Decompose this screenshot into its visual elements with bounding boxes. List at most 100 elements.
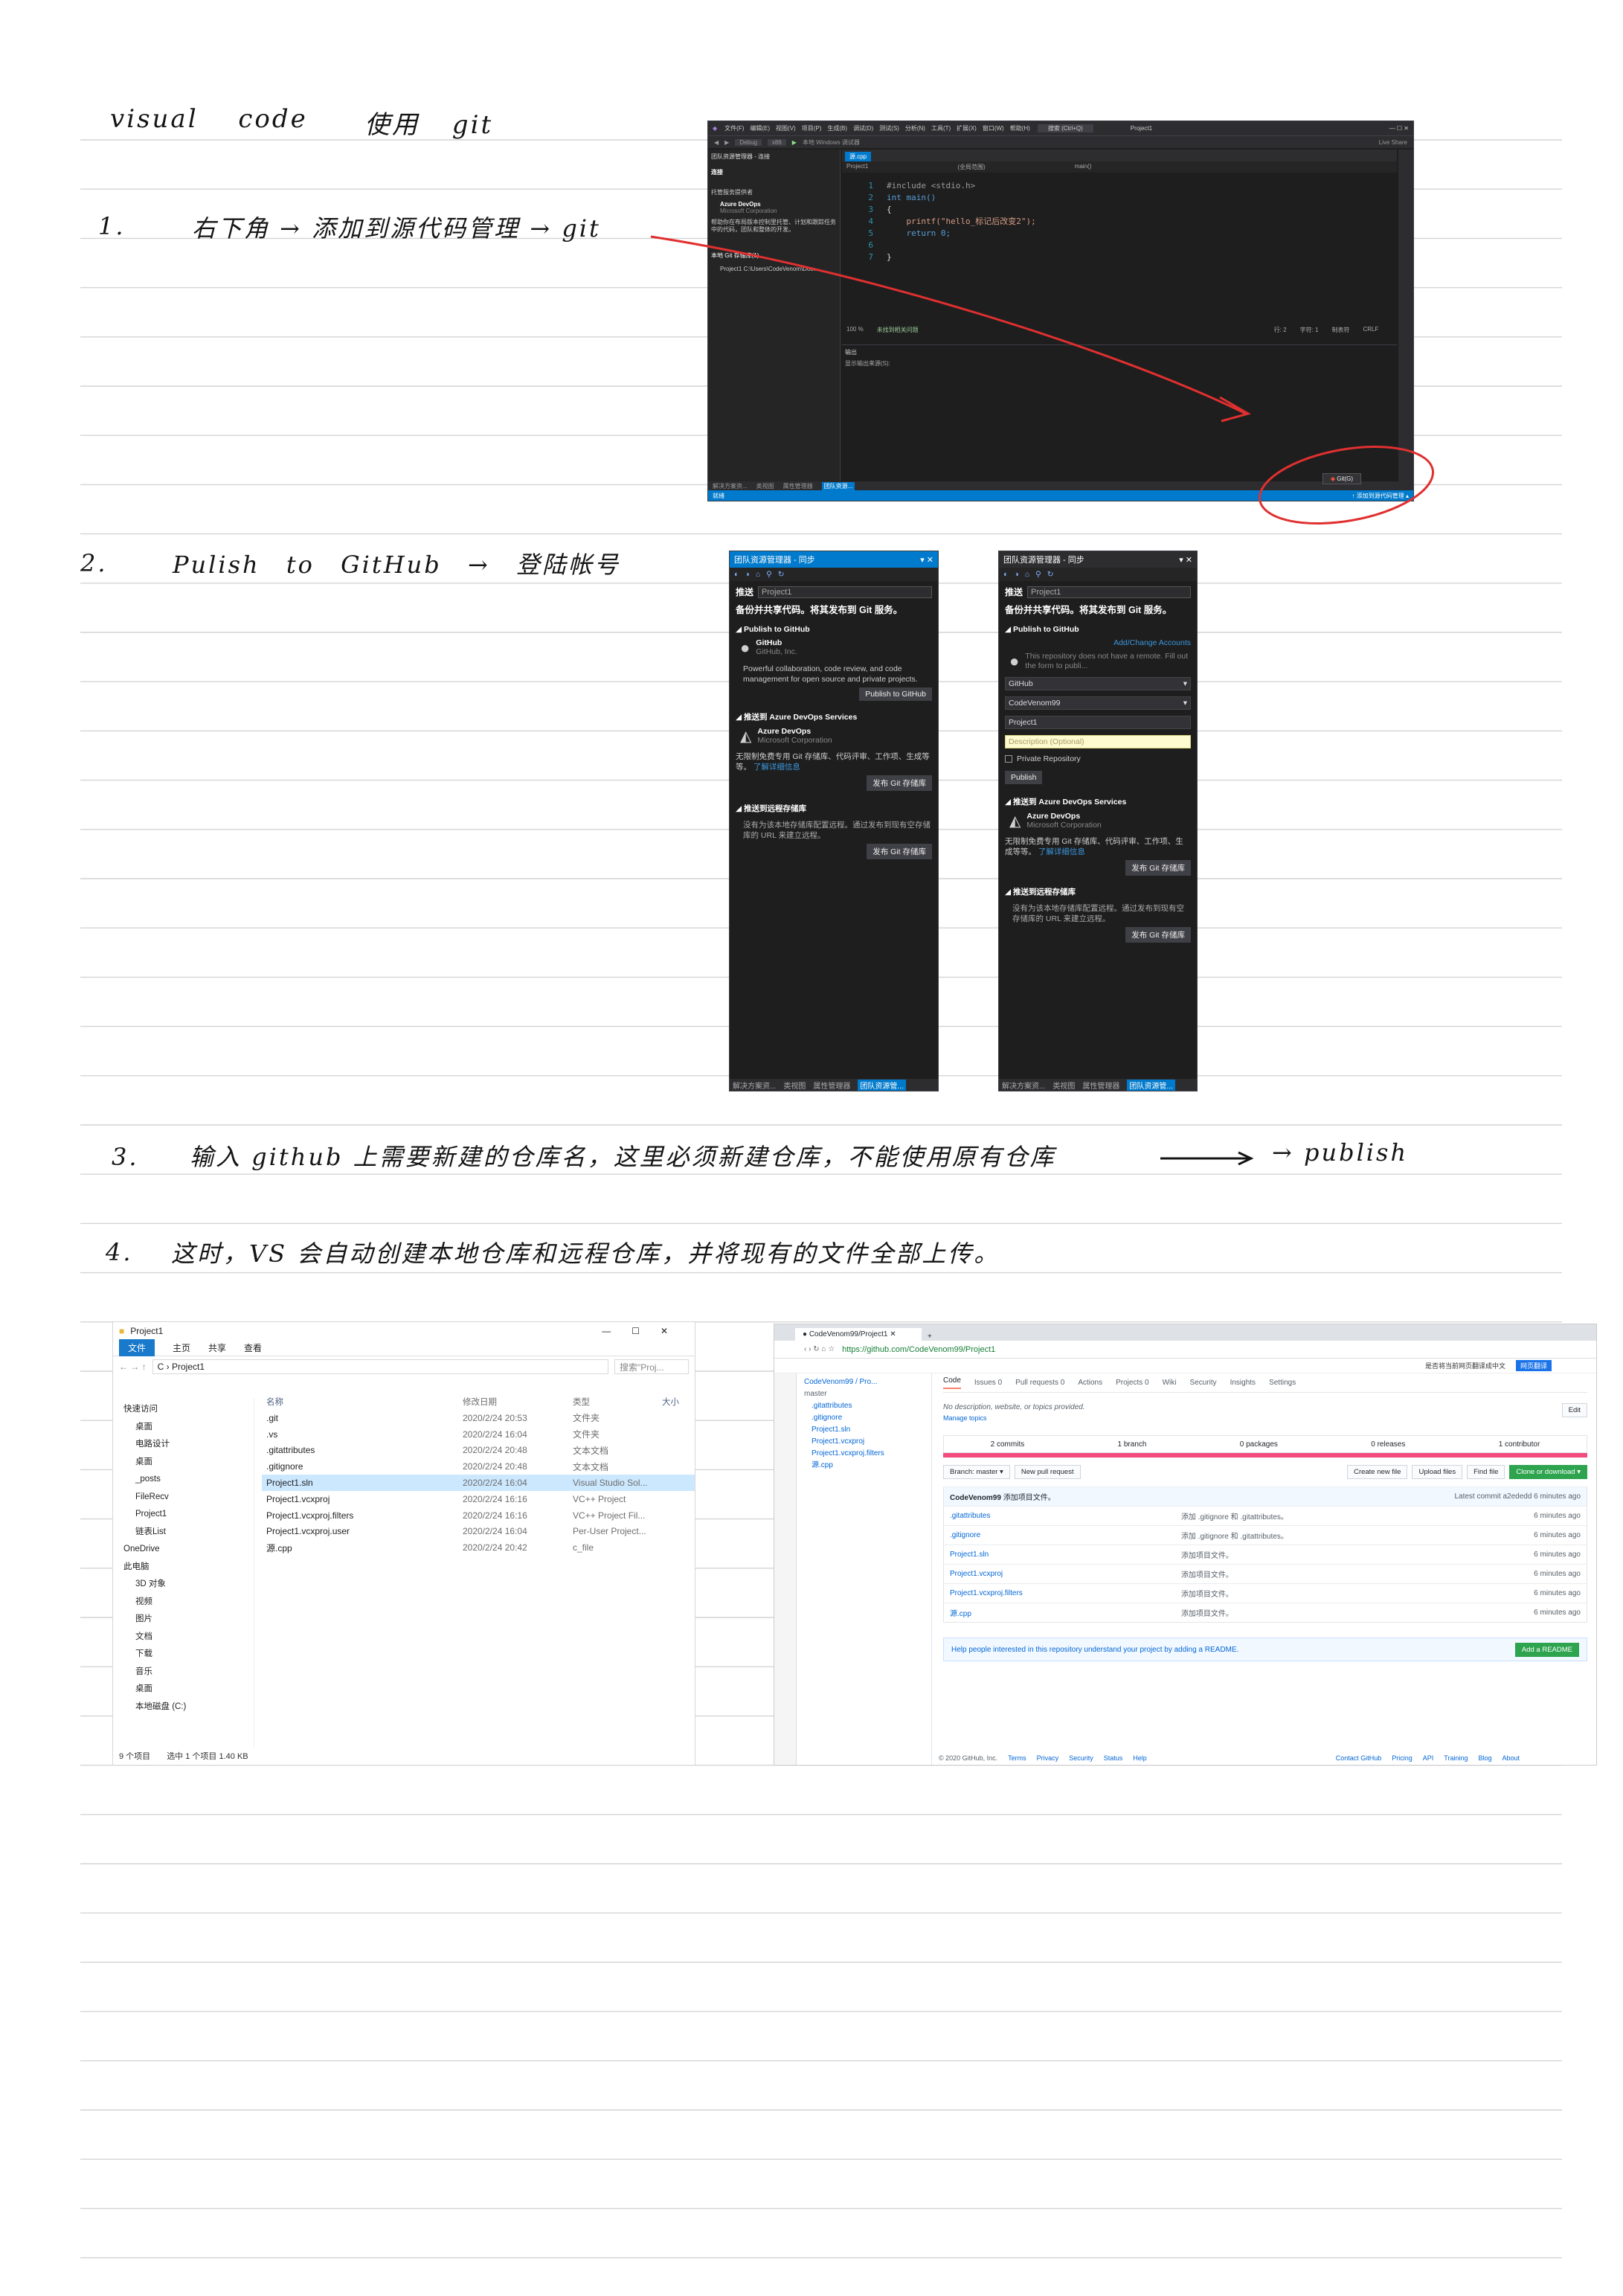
translate-button[interactable]: 网页翻译 — [1515, 1360, 1552, 1371]
te-b-foot-class[interactable]: 类视图 — [1052, 1080, 1075, 1091]
start-debugger-button[interactable]: ▶ — [792, 139, 797, 146]
te-a-sec-remote[interactable]: 推送到远程存储库 — [744, 804, 806, 813]
repo-file-msg[interactable]: 添加 .gitignore 和 .gitattributes。 — [1174, 1506, 1366, 1526]
te-a-close-icon[interactable]: ▾ ✕ — [920, 555, 933, 565]
repo-file-name[interactable]: Project1.vcxproj.filters — [943, 1583, 1175, 1603]
file-row[interactable]: Project1.vcxproj.filters 2020/2/24 16:16 V… — [262, 1507, 695, 1524]
nav-item[interactable]: 文档 — [123, 1629, 254, 1646]
nav-item[interactable]: 视频 — [123, 1594, 254, 1612]
repo-file-name[interactable]: 源.cpp — [943, 1603, 1175, 1623]
repo-stat[interactable]: 0 releases — [1371, 1440, 1405, 1449]
nav-item[interactable]: OneDrive — [123, 1541, 254, 1559]
file-name[interactable]: Project1.vcxproj.filters — [262, 1510, 463, 1521]
menu-item[interactable]: 项目(P) — [802, 124, 822, 132]
file-name[interactable]: .git — [262, 1413, 463, 1423]
menu-item[interactable]: 调试(D) — [853, 124, 873, 132]
home-icon[interactable]: ⌂ — [756, 570, 760, 579]
window-controls[interactable]: — ☐ ✕ — [1389, 125, 1409, 132]
file-name[interactable]: .vs — [262, 1429, 463, 1440]
tree-item[interactable]: Project1.sln — [804, 1424, 925, 1436]
file-name[interactable]: Project1.sln — [262, 1478, 463, 1488]
private-checkbox[interactable] — [1005, 755, 1012, 763]
file-name[interactable]: .gitignore — [262, 1461, 463, 1472]
col-type[interactable]: 类型 — [573, 1396, 662, 1408]
file-name[interactable]: Project1.vcxproj.user — [262, 1526, 463, 1536]
nav-item[interactable]: 快速访问 — [123, 1401, 254, 1419]
nav-item[interactable]: 此电脑 — [123, 1559, 254, 1577]
repo-file-name[interactable]: .gitignore — [943, 1525, 1175, 1545]
nav-item[interactable]: 音乐 — [123, 1664, 254, 1681]
footer-link[interactable]: Pricing — [1392, 1754, 1413, 1762]
zoom-level[interactable]: 100 % — [846, 326, 864, 334]
description-input[interactable]: Description (Optional) — [1005, 735, 1191, 748]
nav-item[interactable]: 链表List — [123, 1524, 254, 1542]
repo-tab[interactable]: Code — [943, 1376, 961, 1389]
back-icon[interactable]: ◐ — [1003, 570, 1008, 579]
branch-select[interactable]: Branch: master ▾ — [943, 1465, 1010, 1479]
vs-search-box[interactable]: 搜索 (Ctrl+Q) — [1037, 124, 1093, 132]
left-repo[interactable]: Project1 C:\Users\CodeVenom\Doc... — [711, 266, 837, 272]
footer-link[interactable]: © 2020 GitHub, Inc. — [939, 1754, 997, 1762]
repo-tab[interactable]: Projects 0 — [1116, 1379, 1148, 1387]
repo-tab[interactable]: Wiki — [1163, 1379, 1177, 1387]
nav-item[interactable]: 桌面 — [123, 1419, 254, 1437]
edit-button[interactable]: Edit — [1561, 1403, 1587, 1417]
back-icon[interactable]: ◐ — [734, 570, 739, 579]
tree-item[interactable]: 源.cpp — [804, 1460, 925, 1472]
code-lines[interactable]: #include <stdio.h> int main(){ printf("he… — [887, 180, 1036, 263]
ribbon-file[interactable]: 文件 — [119, 1339, 155, 1356]
menu-item[interactable]: 编辑(E) — [750, 124, 770, 132]
repo-stat[interactable]: 2 commits — [991, 1440, 1025, 1449]
code-line[interactable]: return 0; — [887, 228, 1036, 240]
live-share-button[interactable]: Live Share — [1379, 139, 1407, 146]
te-b-sec-azure[interactable]: 推送到 Azure DevOps Services — [1013, 798, 1126, 807]
te-a-foot-solution[interactable]: 解决方案资... — [733, 1080, 776, 1091]
commit-message[interactable]: 添加项目文件。 — [1003, 1494, 1055, 1502]
te-a-foot-class[interactable]: 类视图 — [783, 1080, 806, 1091]
menu-item[interactable]: 测试(S) — [879, 124, 899, 132]
footer-link[interactable]: Blog — [1478, 1754, 1491, 1762]
nav-item[interactable]: 图片 — [123, 1611, 254, 1629]
footer-link[interactable]: Training — [1444, 1754, 1468, 1762]
code-line[interactable]: #include <stdio.h> — [887, 180, 1036, 192]
code-line[interactable]: { — [887, 204, 1036, 216]
repo-file-msg[interactable]: 添加 .gitignore 和 .gitattributes。 — [1174, 1525, 1366, 1545]
te-b-sec-remote[interactable]: 推送到远程存储库 — [1013, 888, 1076, 897]
repo-file-msg[interactable]: 添加项目文件。 — [1174, 1583, 1366, 1603]
menu-item[interactable]: 文件(F) — [724, 124, 744, 132]
file-name[interactable]: 源.cpp — [262, 1542, 463, 1554]
git-popup[interactable]: ◆ Git(G) — [1322, 473, 1361, 484]
nav-item[interactable]: 本地磁盘 (C:) — [123, 1699, 254, 1716]
url-field[interactable]: https://github.com/CodeVenom99/Project1 — [842, 1345, 1596, 1354]
repo-file-name[interactable]: .gitattributes — [943, 1506, 1175, 1526]
tab-class[interactable]: 类视图 — [756, 482, 774, 490]
new-pr-button[interactable]: New pull request — [1014, 1465, 1081, 1479]
ribbon-share[interactable]: 共享 — [208, 1341, 226, 1354]
te-a-foot-team[interactable]: 团队资源管... — [858, 1079, 906, 1091]
menu-item[interactable]: 视图(V) — [776, 124, 796, 132]
upload-button[interactable]: Upload files — [1412, 1465, 1463, 1479]
ribbon-view[interactable]: 查看 — [244, 1341, 262, 1354]
menu-item[interactable]: 窗口(W) — [983, 124, 1004, 132]
nav-item[interactable]: 电路设计 — [123, 1436, 254, 1454]
file-name[interactable]: .gitattributes — [262, 1445, 463, 1455]
nav-item[interactable]: _posts — [123, 1471, 254, 1489]
file-row[interactable]: .gitignore 2020/2/24 20:48 文本文档 — [262, 1458, 695, 1475]
file-row[interactable]: .git 2020/2/24 20:53 文件夹 — [262, 1410, 695, 1426]
account-select[interactable]: CodeVenom99 ▾ — [1005, 696, 1191, 710]
nav-item[interactable]: Project1 — [123, 1506, 254, 1524]
file-row[interactable]: .gitattributes 2020/2/24 20:48 文本文档 — [262, 1443, 695, 1459]
commit-user[interactable]: CodeVenom99 — [950, 1494, 1001, 1502]
te-b-foot-props[interactable]: 属性管理器 — [1082, 1080, 1119, 1091]
col-name[interactable]: 名称 — [262, 1396, 463, 1408]
home-icon[interactable]: ⌂ — [1025, 570, 1029, 579]
tree-item[interactable]: Project1.vcxproj — [804, 1436, 925, 1448]
repo-stat[interactable]: 0 packages — [1240, 1440, 1278, 1449]
nav-item[interactable]: 桌面 — [123, 1681, 254, 1699]
menu-item[interactable]: 生成(B) — [827, 124, 847, 132]
repo-tab[interactable]: Actions — [1078, 1379, 1102, 1387]
te-b-foot-solution[interactable]: 解决方案资... — [1002, 1080, 1045, 1091]
te-a-project-select[interactable]: Project1 — [758, 586, 932, 598]
menu-item[interactable]: 分析(N) — [905, 124, 925, 132]
git-popup-label[interactable]: Git(G) — [1337, 475, 1353, 482]
